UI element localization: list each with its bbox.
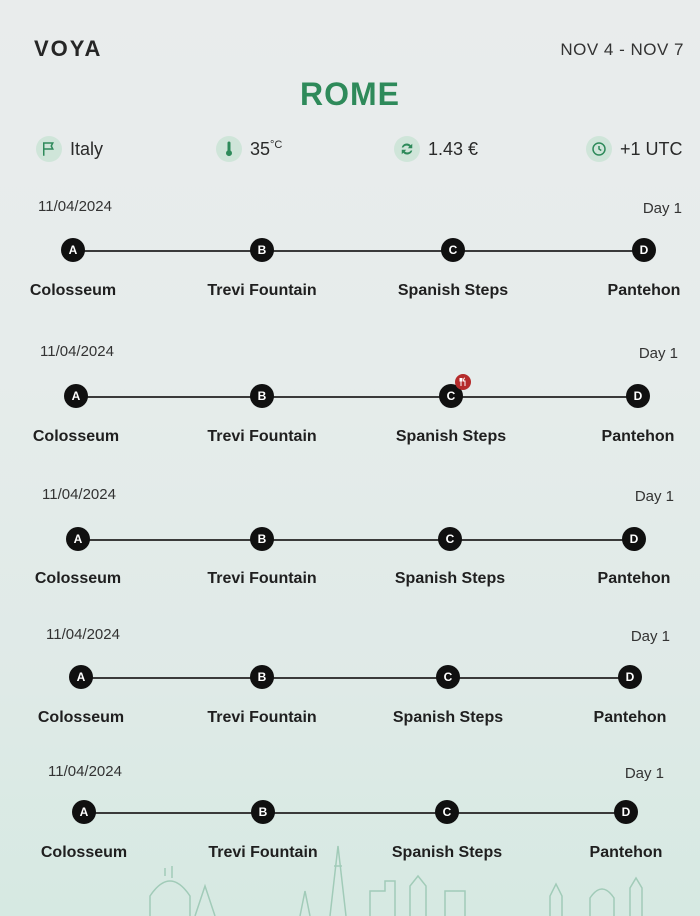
stop-name[interactable]: Pantehon [608, 282, 681, 300]
stop-name[interactable]: Pantehon [598, 570, 671, 588]
timezone-value: +1 UTC [620, 138, 683, 159]
stop-name[interactable]: Colosseum [33, 428, 119, 446]
restaurant-icon[interactable] [455, 374, 471, 390]
day-date: 11/04/2024 [48, 763, 122, 780]
day-label: Day 1 [634, 488, 674, 505]
day-label: Day 1 [642, 200, 682, 217]
stop-marker-c[interactable]: C [435, 800, 459, 824]
stop-name[interactable]: Spanish Steps [395, 570, 505, 588]
route-line [84, 812, 626, 814]
stop-name[interactable]: Spanish Steps [393, 709, 503, 727]
stop-marker-c[interactable]: C [441, 238, 465, 262]
top-bar: VOYA NOV 4 - NOV 7 [0, 0, 700, 80]
route-line [73, 250, 644, 252]
stop-name[interactable]: Trevi Fountain [207, 570, 316, 588]
stop-name[interactable]: Colosseum [35, 570, 121, 588]
currency-info: 1.43 € [394, 136, 478, 162]
stop-name[interactable]: Trevi Fountain [207, 709, 316, 727]
stop-name[interactable]: Trevi Fountain [207, 428, 316, 446]
stop-marker-b[interactable]: B [250, 527, 274, 551]
stop-marker-d[interactable]: D [622, 527, 646, 551]
stop-marker-b[interactable]: B [250, 238, 274, 262]
day-date: 11/04/2024 [38, 198, 112, 215]
stop-marker-b[interactable]: B [250, 384, 274, 408]
timezone-info: +1 UTC [586, 136, 683, 162]
itinerary-day-row[interactable]: 11/04/2024 Day 1 A Colosseum B Trevi Fountain… [0, 198, 700, 340]
itinerary-day-row[interactable]: 11/04/2024 Day 1 A Colosseum B Trevi Fountain… [0, 343, 700, 485]
stop-marker-d[interactable]: D [614, 800, 638, 824]
stop-name[interactable]: Colosseum [30, 282, 116, 300]
itinerary-day-row[interactable]: 11/04/2024 Day 1 A Colosseum B Trevi Fountain… [0, 486, 700, 628]
temperature-unit: °C [270, 138, 283, 151]
stop-name[interactable]: Pantehon [594, 709, 667, 727]
city-title: ROME [300, 76, 400, 112]
day-date: 11/04/2024 [42, 486, 116, 503]
flag-icon [36, 136, 62, 162]
stop-marker-b[interactable]: B [251, 800, 275, 824]
temperature-value: 35 [250, 138, 271, 159]
city-skyline-illustration [149, 845, 643, 916]
stop-marker-c[interactable]: C [438, 527, 462, 551]
thermometer-icon [216, 136, 242, 162]
stop-marker-a[interactable]: A [64, 384, 88, 408]
clock-icon [586, 136, 612, 162]
route-line [76, 396, 638, 398]
day-label: Day 1 [624, 765, 664, 782]
stop-marker-b[interactable]: B [250, 665, 274, 689]
stop-marker-a[interactable]: A [69, 665, 93, 689]
stop-name[interactable]: Spanish Steps [396, 428, 506, 446]
currency-value: 1.43 € [428, 138, 479, 159]
stop-name[interactable]: Trevi Fountain [207, 282, 316, 300]
stop-marker-a[interactable]: A [66, 527, 90, 551]
route-line [78, 539, 634, 541]
app-logo[interactable]: VOYA [34, 36, 102, 62]
country-info: Italy [36, 136, 103, 162]
stop-marker-a[interactable]: A [72, 800, 96, 824]
route-line [81, 677, 630, 679]
stop-name[interactable]: Colosseum [38, 709, 124, 727]
country-label: Italy [70, 138, 104, 159]
stop-marker-d[interactable]: D [618, 665, 642, 689]
stop-marker-d[interactable]: D [626, 384, 650, 408]
temperature-info: 35°C [216, 136, 282, 162]
day-label: Day 1 [630, 628, 670, 645]
currency-exchange-icon [394, 136, 420, 162]
day-date: 11/04/2024 [40, 343, 114, 360]
itinerary-day-row[interactable]: 11/04/2024 Day 1 A Colosseum B Trevi Fountain… [0, 626, 700, 768]
day-label: Day 1 [638, 345, 678, 362]
trip-date-range[interactable]: NOV 4 - NOV 7 [560, 40, 684, 60]
stop-name[interactable]: Pantehon [602, 428, 675, 446]
stop-marker-d[interactable]: D [632, 238, 656, 262]
stop-marker-c[interactable]: C [436, 665, 460, 689]
stop-marker-a[interactable]: A [61, 238, 85, 262]
day-date: 11/04/2024 [46, 626, 120, 643]
stop-name[interactable]: Spanish Steps [398, 282, 508, 300]
